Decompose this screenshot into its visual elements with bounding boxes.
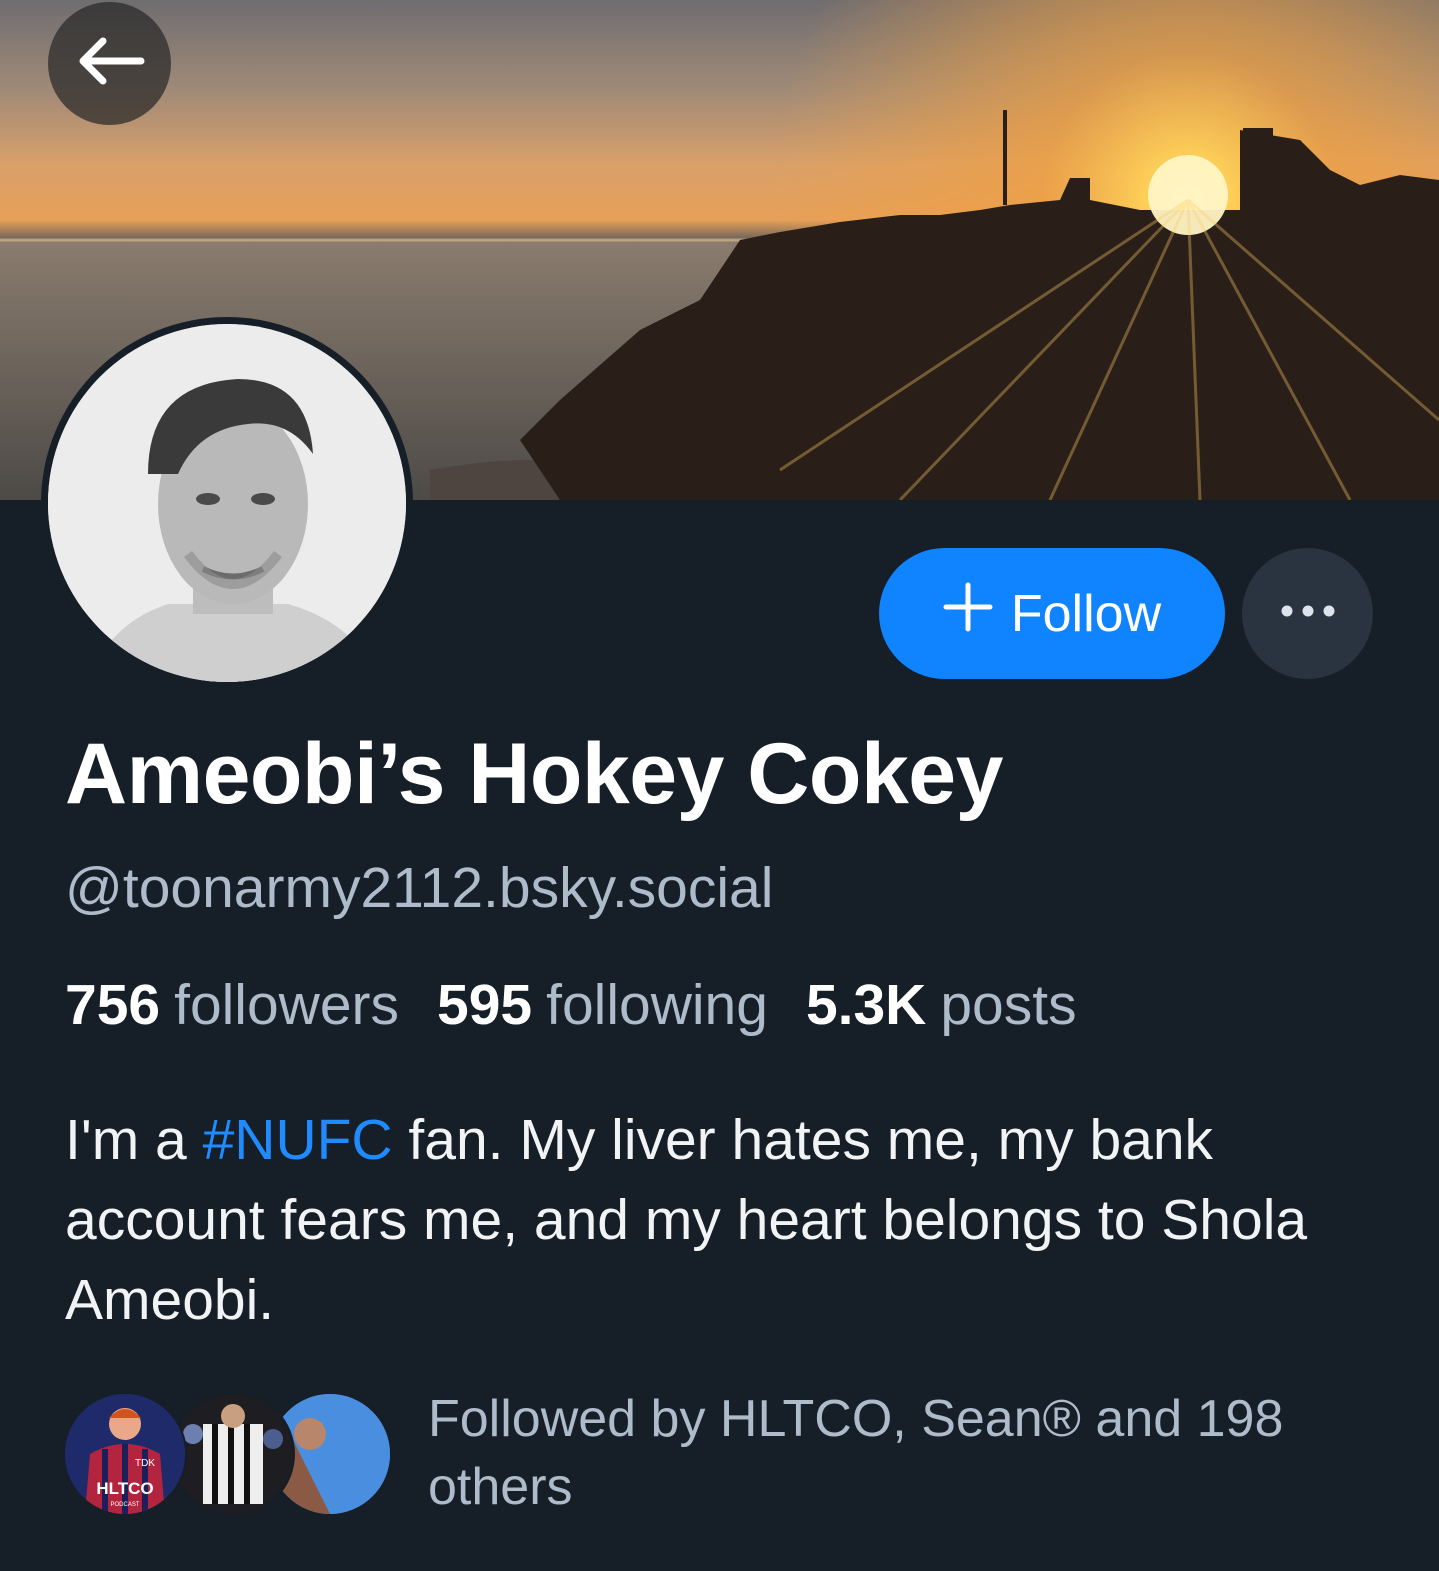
followers-stat[interactable]: 756 followers — [65, 972, 399, 1038]
bio-text-start: I'm a — [65, 1108, 203, 1172]
profile-stats: 756 followers 595 following 5.3K posts — [65, 972, 1077, 1038]
known-follower-avatar — [171, 1392, 295, 1516]
avatar-logo-subtext: PODCAST — [110, 1502, 139, 1508]
follow-button-label: Follow — [1010, 584, 1162, 643]
more-options-button[interactable] — [1242, 548, 1373, 679]
arrow-left-icon — [75, 36, 145, 91]
followed-by-text[interactable]: Followed by HLTCO, Sean® and 198 others — [428, 1385, 1388, 1521]
profile-avatar[interactable] — [41, 317, 413, 689]
following-stat[interactable]: 595 following — [437, 972, 768, 1038]
back-button[interactable] — [48, 2, 171, 125]
following-label: following — [546, 973, 768, 1037]
avatar-logo-text: HLTCO — [96, 1479, 153, 1498]
bio-hashtag-link[interactable]: #NUFC — [203, 1108, 393, 1172]
posts-count: 5.3K — [805, 973, 927, 1037]
profile-display-name: Ameobi’s Hokey Cokey — [65, 726, 1003, 822]
plus-icon — [943, 582, 993, 645]
posts-label: posts — [940, 973, 1077, 1037]
followers-label: followers — [174, 973, 400, 1037]
ellipsis-icon — [1280, 604, 1336, 623]
followers-count: 756 — [65, 973, 161, 1037]
profile-handle: @toonarmy2112.bsky.social — [65, 856, 774, 920]
posts-stat: 5.3K posts — [806, 972, 1077, 1038]
known-follower-avatar: TDK HLTCO PODCAST — [63, 1392, 187, 1516]
profile-bio: I'm a #NUFC fan. My liver hates me, my b… — [65, 1100, 1385, 1340]
following-count: 595 — [437, 973, 533, 1037]
avatar-photo — [48, 324, 406, 682]
follow-button[interactable]: Follow — [879, 548, 1225, 679]
known-followers-avatars[interactable]: TDK HLTCO PODCAST — [63, 1392, 392, 1516]
avatar-badge-text: TDK — [135, 1458, 155, 1469]
